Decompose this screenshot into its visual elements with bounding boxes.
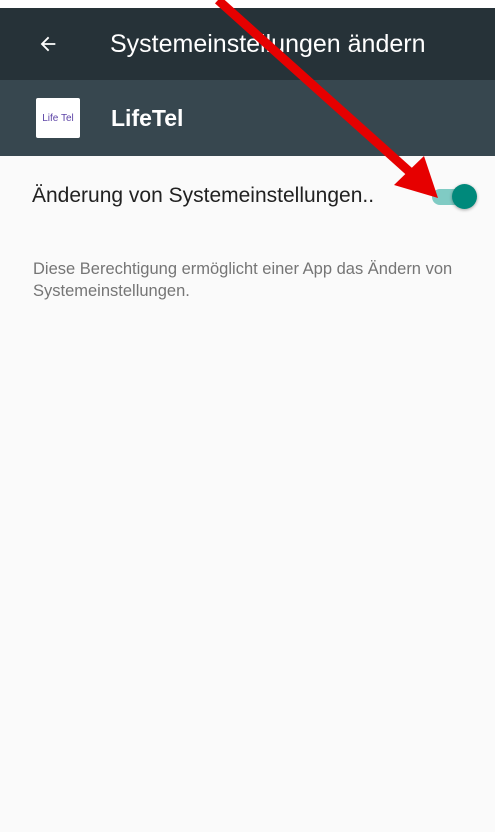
back-button[interactable] [28,24,68,64]
arrow-back-icon [40,36,56,52]
toggle-thumb [452,184,477,209]
permission-toggle[interactable] [430,183,478,209]
setting-row-modify-system-settings[interactable]: Änderung von Systemeinstellungen.. [0,156,495,236]
app-header: Life Tel LifeTel [0,80,495,156]
status-bar-strip [0,0,495,8]
page-title: Systemeinstellungen ändern [110,30,426,58]
permission-description: Diese Berechtigung ermöglicht einer App … [33,260,453,300]
app-icon: Life Tel [36,98,80,138]
setting-label: Änderung von Systemeinstellungen.. [32,184,375,207]
app-bar: Systemeinstellungen ändern [0,8,495,80]
app-name: LifeTel [111,105,184,131]
